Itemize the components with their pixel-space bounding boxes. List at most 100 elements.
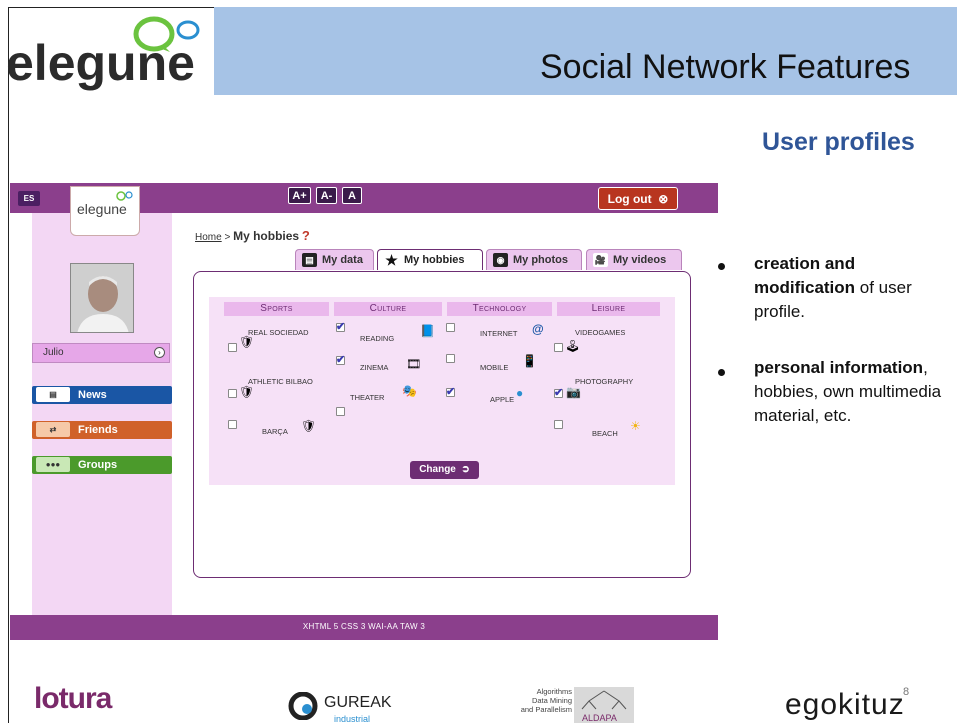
football-shield-icon: 🛡 [239,335,255,349]
hobby-checkbox-zinema[interactable] [336,353,345,366]
tab-my-hobbies-label: My hobbies [404,254,465,266]
bullet-2: personal information, hobbies, own multi… [754,356,944,428]
hobby-checkbox-beach[interactable] [554,420,563,429]
hobby-checkbox-internet[interactable] [446,323,455,332]
gureak-mark-icon [288,692,318,720]
breadcrumb-current: My hobbies [233,229,300,243]
hobby-checkbox-reading[interactable] [336,320,345,333]
hobby-checkbox-barca[interactable] [228,420,237,429]
hobby-label-reading: READING [360,334,395,343]
nav-friends-label: Friends [78,424,118,436]
hobby-label-zinema: ZINEMA [360,363,389,372]
aldapa-line-3: and Parallelism [520,705,572,714]
breadcrumb-home-link[interactable]: Home [195,232,222,243]
newspaper-icon: ▤ [36,387,70,402]
app-footer: XHTML 5 CSS 3 WAI-AA TAW 3 [10,615,718,640]
hobby-label-real-sociedad: REAL SOCIEDAD [248,328,309,337]
camera-icon: 📷 [566,385,581,399]
film-icon: 🎞 [406,357,422,371]
change-label: Change [419,464,456,475]
change-button[interactable]: Change ➲ [410,461,479,479]
hobby-label-videogames: VIDEOGAMES [575,328,626,337]
lotura-logo: lotura [34,682,112,715]
book-icon: 📘 [420,324,435,338]
hobby-label-athletic-bilbao: ATHLETIC BILBAO [248,377,313,386]
nav-groups-label: Groups [78,459,118,471]
handshake-icon: ⇄ [36,422,70,437]
avatar [70,263,134,333]
at-icon: @ [532,322,544,336]
category-sports: Sports [224,302,329,316]
hobby-checkbox-athletic-bilbao[interactable] [228,389,237,398]
elegune-logo: elegune [4,8,214,93]
tab-my-videos[interactable]: 🎥 My videos [586,249,682,270]
video-camera-icon: 🎥 [593,253,608,267]
category-leisure: Leisure [557,302,660,316]
hobby-label-barca: BARÇA [262,427,288,436]
sun-icon: ☀ [630,419,641,433]
user-name-bar[interactable]: Julio › [32,343,170,363]
aldapa-tree-box: ALDAPA [574,687,634,723]
nav-news-button[interactable]: ▤ News [32,386,172,404]
hobbies-grid [209,297,675,485]
theater-masks-icon: 🎭 [402,384,417,398]
expand-icon[interactable]: › [154,347,165,358]
slide-number: 8 [903,686,910,698]
tab-my-photos[interactable]: ◉ My photos [486,249,582,270]
tab-my-hobbies[interactable]: ★ My hobbies [377,249,483,270]
aldapa-line-1: Algorithms [536,687,572,696]
nav-groups-button[interactable]: ●●● Groups [32,456,172,474]
egokituz-logo: egokituz [785,688,905,721]
category-culture: Culture [334,302,442,316]
bullet-1: creation and modification of user profil… [754,252,944,324]
bullet-dot [718,369,725,376]
sidebar-logo-text: elegune [77,201,127,217]
tab-my-photos-label: My photos [513,254,568,266]
newspaper-icon: ▤ [302,253,317,267]
close-circle-icon: ⊗ [654,192,669,206]
hobby-checkbox-photography[interactable] [554,386,563,399]
logout-button[interactable]: Log out ⊗ [598,187,678,210]
arrow-circle-icon: ➲ [458,464,470,475]
bullet-dot [718,263,725,270]
joystick-icon: 🕹 [565,339,581,353]
hobby-label-theater: THEATER [350,393,385,402]
hobby-label-apple: APPLE [490,395,515,404]
tree-icon [581,690,627,710]
help-icon[interactable]: ? [302,228,310,243]
font-increase-button[interactable]: A+ [288,187,311,204]
sidebar-logo: elegune [70,186,140,236]
footer-standards: XHTML 5 CSS 3 WAI-AA TAW 3 [302,622,426,631]
font-reset-button[interactable]: A [342,187,362,204]
hobby-checkbox-theater[interactable] [336,407,345,416]
category-technology: Technology [447,302,552,316]
language-button[interactable]: ES [18,191,40,206]
speech-bubble-icon [116,191,133,201]
user-name: Julio [43,347,64,358]
hobby-checkbox-real-sociedad[interactable] [228,343,237,352]
football-shield-icon: 🛡 [301,419,317,433]
group-icon: ●●● [36,457,70,472]
tab-my-videos-label: My videos [613,254,667,266]
apple-icon: ● [516,386,524,400]
football-shield-icon: 🛡 [239,385,255,399]
nav-friends-button[interactable]: ⇄ Friends [32,421,172,439]
breadcrumb: Home > My hobbies ? [195,228,310,243]
aldapa-logo: Algorithms Data Mining and Parallelism A… [514,687,634,723]
star-icon: ★ [385,252,398,268]
slide-subtitle: User profiles [762,128,915,156]
gureak-name: GUREAK [324,694,392,711]
hobby-checkbox-apple[interactable] [446,385,455,398]
hobby-label-beach: BEACH [592,429,618,438]
bullet-1-bold: creation and modification [754,254,856,297]
font-decrease-button[interactable]: A- [316,187,337,204]
nav-news-label: News [78,389,107,401]
mobile-icon: 📱 [522,354,537,368]
tab-my-data[interactable]: ▤ My data [295,249,374,270]
camera-icon: ◉ [493,253,508,267]
hobby-checkbox-videogames[interactable] [554,343,563,352]
hobby-checkbox-mobile[interactable] [446,354,455,363]
tab-my-data-label: My data [322,254,363,266]
hobby-label-mobile: MOBILE [480,363,509,372]
aldapa-lines: Algorithms Data Mining and Parallelism [514,687,572,714]
